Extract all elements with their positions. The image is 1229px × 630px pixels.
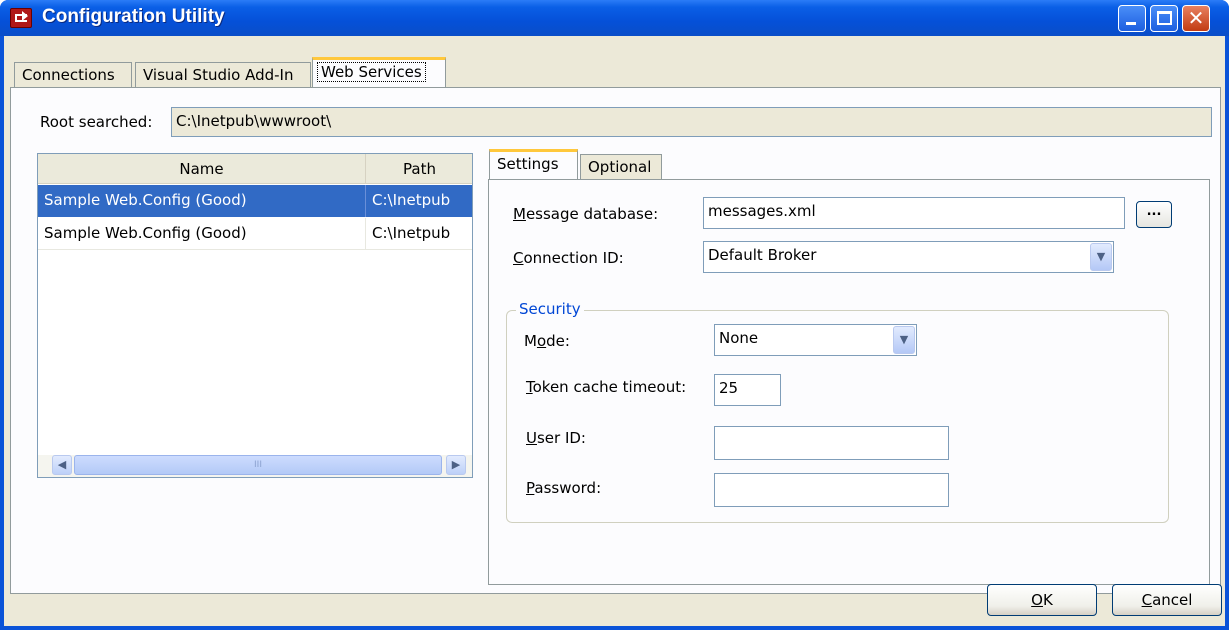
- row-path-cell: C:\Inetpub: [372, 224, 451, 242]
- config-utility-window: Configuration Utility ✕ Connections Visu…: [0, 0, 1229, 630]
- minimize-icon: [1126, 22, 1136, 25]
- user-id-field[interactable]: [714, 426, 949, 460]
- message-database-label: Message database:: [513, 205, 659, 223]
- mode-value: None: [719, 329, 759, 347]
- connection-id-label: Connection ID:: [513, 249, 624, 267]
- column-header-name[interactable]: Name: [38, 154, 366, 184]
- horizontal-scrollbar[interactable]: ◀ III ▶: [38, 455, 472, 477]
- tab-optional-label: Optional: [588, 158, 652, 176]
- root-searched-label: Root searched:: [40, 113, 153, 131]
- chevron-down-icon[interactable]: ▼: [893, 326, 915, 354]
- token-cache-timeout-field[interactable]: 25: [714, 374, 781, 406]
- tab-settings-label: Settings: [497, 155, 559, 173]
- table-row[interactable]: Sample Web.Config (Good) C:\Inetpub: [38, 218, 472, 250]
- maximize-icon: [1157, 11, 1172, 25]
- tab-connections[interactable]: Connections: [14, 62, 132, 89]
- scroll-thumb[interactable]: III: [74, 455, 442, 475]
- mode-label: Mode:: [524, 332, 570, 350]
- connection-id-value: Default Broker: [708, 246, 817, 264]
- web-services-panel: Root searched: C:\Inetpub\wwwroot\ Name …: [10, 87, 1221, 594]
- table-row[interactable]: Sample Web.Config (Good) C:\Inetpub: [38, 185, 472, 217]
- maximize-button[interactable]: [1150, 5, 1178, 32]
- security-group-title: Security: [516, 300, 584, 318]
- tab-visual-studio-add-in-label: Visual Studio Add-In: [143, 66, 294, 84]
- password-label: Password:: [526, 479, 602, 497]
- tab-web-services[interactable]: Web Services: [312, 57, 446, 88]
- tab-connections-label: Connections: [22, 66, 115, 84]
- chevron-down-icon[interactable]: ▼: [1090, 243, 1112, 271]
- minimize-button[interactable]: [1118, 5, 1146, 32]
- row-name-cell: Sample Web.Config (Good): [38, 185, 366, 217]
- app-icon[interactable]: [10, 8, 32, 28]
- list-header: Name Path: [38, 154, 472, 184]
- scroll-right-button[interactable]: ▶: [446, 455, 466, 475]
- scroll-left-button[interactable]: ◀: [52, 455, 72, 475]
- user-id-label: User ID:: [526, 429, 586, 447]
- message-database-field[interactable]: messages.xml: [703, 197, 1125, 229]
- close-button[interactable]: ✕: [1182, 5, 1210, 32]
- tab-visual-studio-add-in[interactable]: Visual Studio Add-In: [135, 62, 311, 89]
- client-area: Connections Visual Studio Add-In Web Ser…: [4, 36, 1225, 626]
- ok-button[interactable]: OK: [987, 584, 1097, 616]
- row-path-cell: C:\Inetpub: [372, 191, 451, 209]
- connection-id-select[interactable]: Default Broker ▼: [703, 241, 1114, 273]
- password-field[interactable]: [714, 473, 949, 507]
- web-config-list[interactable]: Name Path Sample Web.Config (Good) C:\In…: [37, 153, 473, 478]
- window-title: Configuration Utility: [42, 6, 225, 27]
- message-database-label-rest: essage database:: [525, 205, 659, 223]
- tab-settings[interactable]: Settings: [489, 149, 578, 180]
- column-header-path[interactable]: Path: [366, 154, 472, 184]
- browse-button[interactable]: ...: [1136, 201, 1172, 228]
- mode-select[interactable]: None ▼: [714, 324, 917, 356]
- row-name-cell: Sample Web.Config (Good): [38, 218, 366, 250]
- tab-optional[interactable]: Optional: [580, 154, 662, 181]
- settings-panel: Message database: messages.xml ... Conne…: [488, 179, 1210, 585]
- tab-web-services-label: Web Services: [317, 62, 426, 82]
- root-searched-field[interactable]: C:\Inetpub\wwwroot\: [171, 107, 1212, 137]
- cancel-button[interactable]: Cancel: [1112, 584, 1222, 616]
- token-cache-timeout-label: Token cache timeout:: [526, 378, 687, 396]
- title-bar[interactable]: Configuration Utility ✕: [0, 0, 1229, 36]
- close-icon: ✕: [1187, 6, 1205, 30]
